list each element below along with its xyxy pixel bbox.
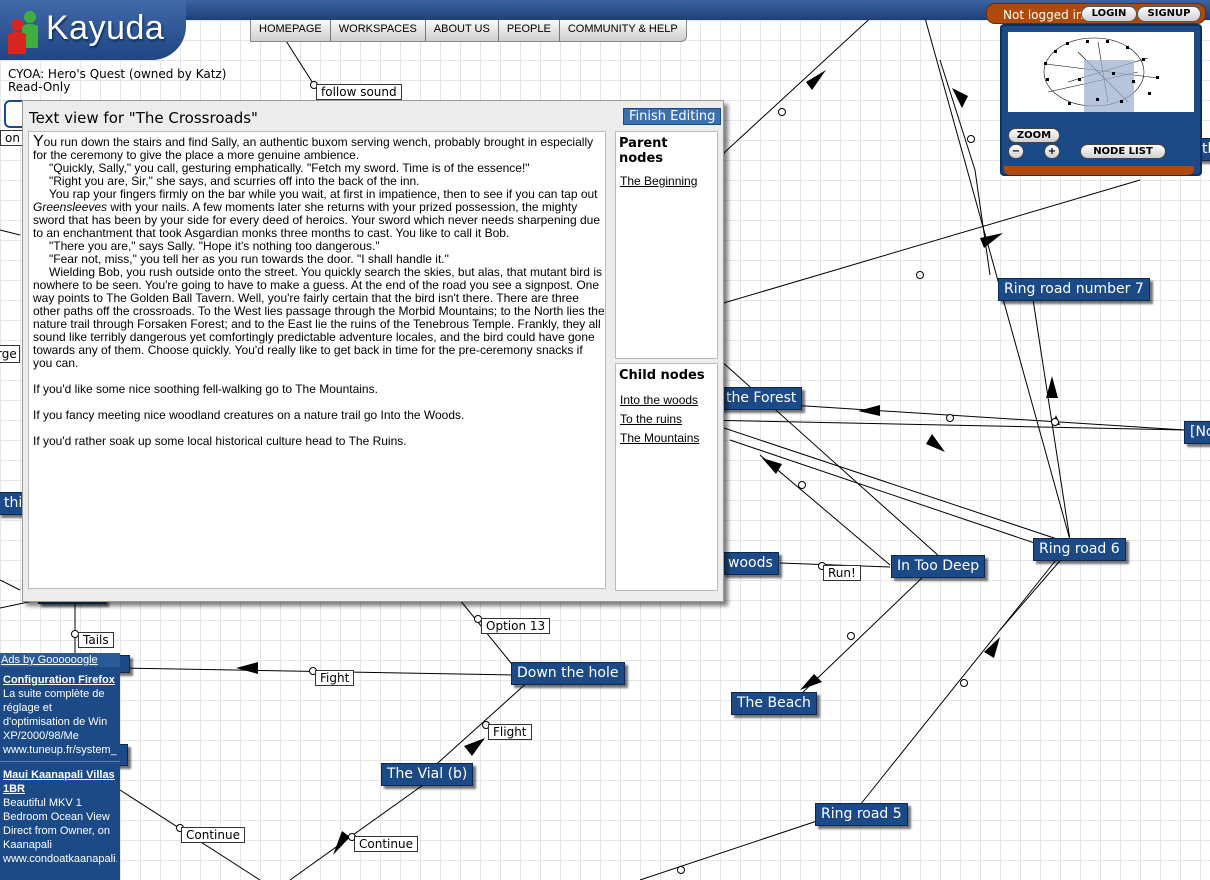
- edge-label-flight[interactable]: Flight: [488, 724, 532, 740]
- story-paragraph: Wielding Bob, you rush outside onto the …: [33, 265, 605, 370]
- story-italic: Greensleeves: [33, 200, 108, 214]
- graph-node-the-vial-b[interactable]: The Vial (b): [381, 763, 474, 786]
- child-link-into-the-woods[interactable]: Into the woods: [616, 391, 717, 410]
- account-bar: Not logged in LOGIN SIGNUP: [986, 3, 1206, 24]
- nav-workspaces[interactable]: WORKSPACES: [331, 20, 426, 41]
- minimap-view[interactable]: [1008, 32, 1194, 112]
- zoom-in-button[interactable]: +: [1044, 144, 1060, 159]
- parent-link-the-beginning[interactable]: The Beginning: [616, 172, 717, 191]
- zoom-out-button[interactable]: −: [1008, 144, 1024, 159]
- minimap-footer: [1004, 166, 1194, 175]
- story-paragraph: You rap your fingers firmly on the bar w…: [33, 188, 605, 240]
- story-choice: If you'd rather soak up some local histo…: [33, 434, 407, 448]
- ad-title[interactable]: Maui Kaanapali Villas 1BR: [3, 768, 117, 796]
- child-link-the-mountains[interactable]: The Mountains: [616, 429, 717, 448]
- ads-panel: Ads by Goooooogle Configuration Firefox …: [0, 653, 120, 880]
- edge-label-follow-sound[interactable]: follow sound: [316, 84, 402, 100]
- zoom-label: ZOOM: [1008, 128, 1060, 143]
- edge-label-tails[interactable]: Tails: [78, 632, 114, 648]
- people-logo-icon: [8, 11, 38, 54]
- child-nodes-box: Child nodes Into the woods To the ruins …: [615, 363, 718, 591]
- main-nav: HOMEPAGE WORKSPACES ABOUT US PEOPLE COMM…: [250, 20, 687, 42]
- ad-item[interactable]: Maui Kaanapali Villas 1BR Beautiful MKV …: [0, 762, 120, 870]
- node-list-button[interactable]: NODE LIST: [1080, 144, 1166, 159]
- minimap-panel: ZOOM − + NODE LIST: [1000, 24, 1202, 176]
- parent-nodes-title: Parent nodes: [619, 136, 668, 166]
- logo-panel[interactable]: Kayuda: [0, 0, 186, 60]
- edge-label-run[interactable]: Run!: [823, 565, 861, 581]
- login-status: Not logged in: [1003, 8, 1084, 22]
- drop-cap: Y: [33, 133, 44, 150]
- nav-homepage[interactable]: HOMEPAGE: [251, 20, 331, 41]
- edge-label-continue-1[interactable]: Continue: [181, 827, 245, 843]
- login-button[interactable]: LOGIN: [1081, 6, 1137, 22]
- project-info: CYOA: Hero's Quest (owned by Katz) Read-…: [8, 68, 226, 94]
- graph-node-ring-road-7[interactable]: Ring road number 7: [998, 278, 1150, 301]
- ads-header-link[interactable]: Ads by Goooooogle: [0, 653, 120, 667]
- graph-node-partial-rge[interactable]: rge: [0, 345, 20, 363]
- graph-node-in-too-deep[interactable]: In Too Deep: [891, 555, 986, 578]
- project-mode: Read-Only: [8, 80, 71, 94]
- edge-label-option-13[interactable]: Option 13: [481, 618, 551, 634]
- ad-item[interactable]: Configuration Firefox La suite complète …: [0, 667, 120, 762]
- ad-body: La suite complète de réglage et d'optimi…: [3, 688, 108, 742]
- graph-node-woods[interactable]: woods: [722, 552, 779, 575]
- child-link-to-the-ruins[interactable]: To the ruins: [616, 410, 717, 429]
- child-nodes-title: Child nodes: [619, 368, 705, 383]
- graph-node-partial-no[interactable]: [No: [1184, 421, 1210, 444]
- text-view-panel: Text view for "The Crossroads" Finish Ed…: [22, 100, 724, 602]
- graph-node-ring-road-5[interactable]: Ring road 5: [815, 803, 908, 826]
- edge-label-continue-2[interactable]: Continue: [354, 836, 418, 852]
- story-text[interactable]: You run down the stairs and find Sally, …: [28, 131, 606, 589]
- ad-url[interactable]: www.condoatkaanapali.c: [3, 852, 117, 866]
- parent-nodes-box: Parent nodes The Beginning: [615, 131, 718, 359]
- graph-node-down-the-hole[interactable]: Down the hole: [511, 662, 625, 685]
- story-choice: If you fancy meeting nice woodland creat…: [33, 408, 465, 422]
- story-paragraph: You run down the stairs and find Sally, …: [33, 133, 594, 162]
- story-choice: If you'd like some nice soothing fell-wa…: [33, 382, 378, 396]
- nav-people[interactable]: PEOPLE: [499, 20, 560, 41]
- ad-title[interactable]: Configuration Firefox: [3, 673, 117, 687]
- nav-about-us[interactable]: ABOUT US: [426, 20, 499, 41]
- nav-community-help[interactable]: COMMUNITY & HELP: [560, 20, 686, 41]
- graph-node-the-beach[interactable]: The Beach: [731, 692, 817, 715]
- ad-body: Beautiful MKV 1 Bedroom Ocean View Direc…: [3, 797, 110, 851]
- graph-node-ring-road-6[interactable]: Ring road 6: [1033, 538, 1126, 561]
- graph-node-the-forest[interactable]: the Forest: [720, 387, 803, 410]
- logo-text: Kayuda: [46, 9, 165, 47]
- text-view-title: Text view for "The Crossroads": [29, 109, 258, 127]
- story-text-span: You rap your fingers firmly on the bar w…: [49, 187, 598, 201]
- ad-url[interactable]: www.tuneup.fr/system_co: [3, 743, 117, 757]
- edge-label-fight[interactable]: Fight: [315, 670, 355, 686]
- signup-button[interactable]: SIGNUP: [1137, 6, 1201, 22]
- finish-editing-button[interactable]: Finish Editing: [623, 108, 722, 125]
- story-text-span: with your nails. A few moments later she…: [33, 200, 601, 240]
